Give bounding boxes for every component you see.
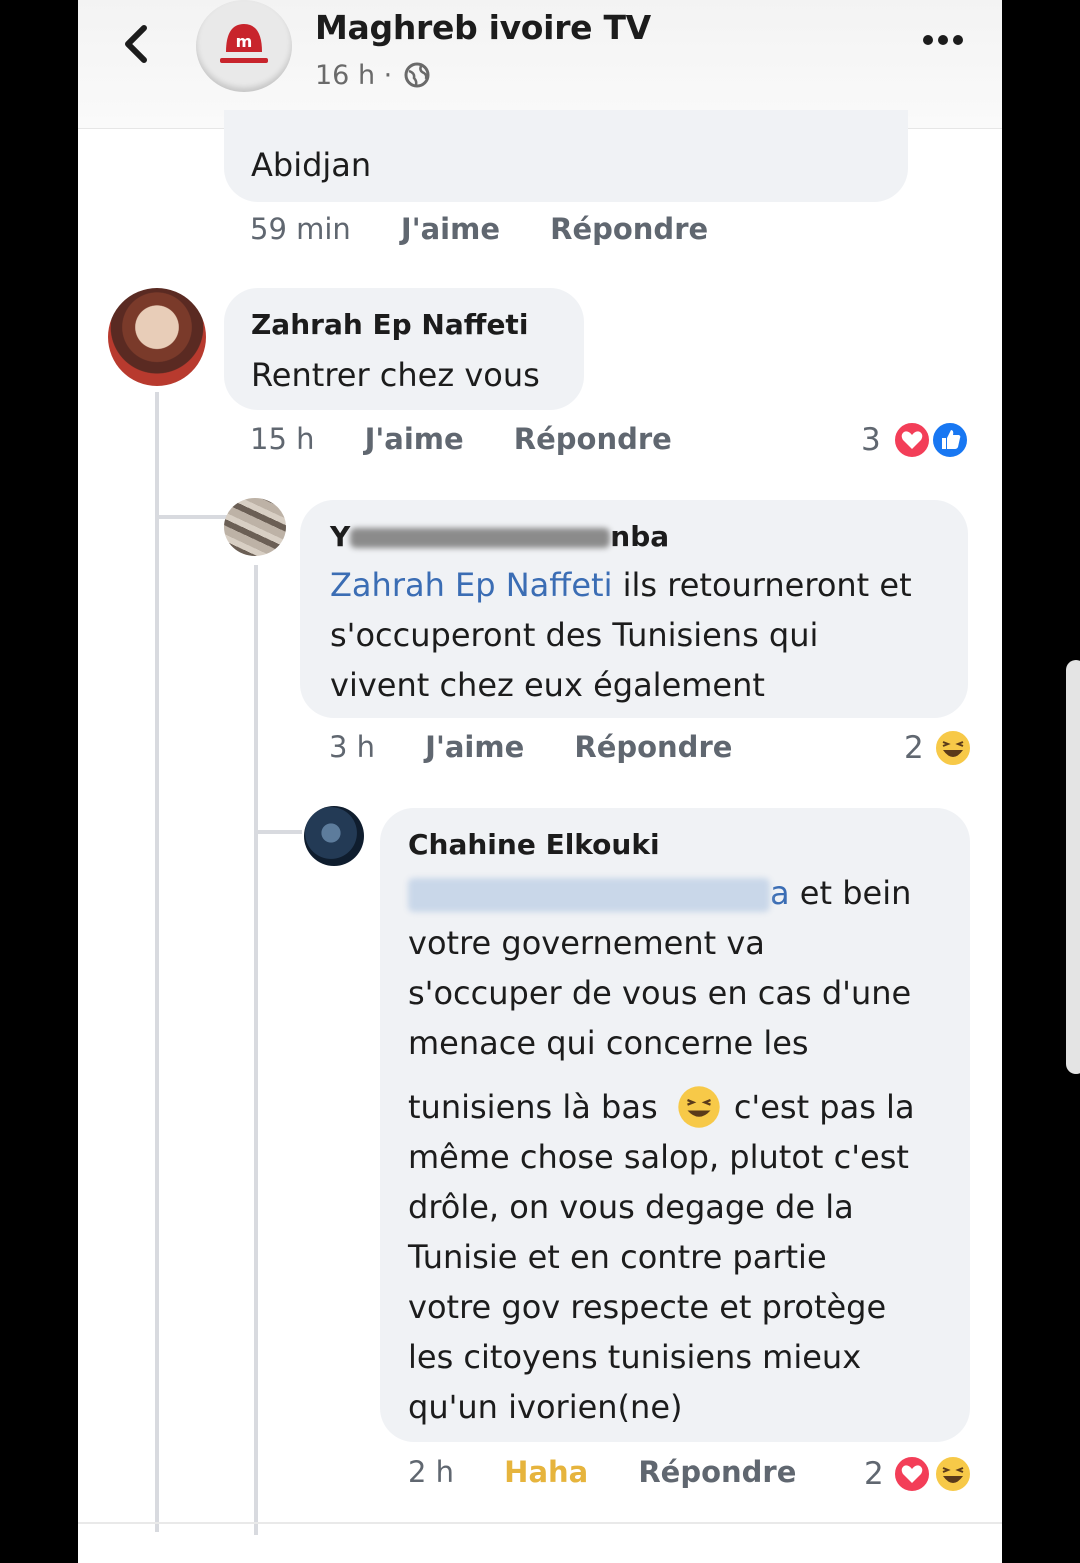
avatar[interactable]: [304, 806, 364, 866]
scroll-handle[interactable]: [1066, 660, 1080, 1074]
love-reaction-icon: [893, 421, 931, 459]
comment-text: a et bein votre governement va s'occuper…: [408, 868, 968, 1432]
comment-text: Zahrah Ep Naffeti ils retourneront et s'…: [330, 560, 912, 710]
brand-logo-icon: m: [220, 24, 268, 63]
thread-line: [155, 392, 159, 1532]
mention-visible-end[interactable]: a: [770, 874, 790, 912]
like-button[interactable]: J'aime: [425, 730, 524, 764]
thread-line: [155, 515, 235, 519]
comment-text-line: votre governement va: [408, 924, 765, 962]
comment-text-line: Tunisie et en contre partie: [408, 1238, 827, 1276]
reaction-count[interactable]: 3: [861, 422, 881, 458]
comment-bubble: Abidjan: [224, 110, 908, 202]
comment-text-line: votre gov respecte et protège: [408, 1288, 887, 1326]
avatar[interactable]: [108, 288, 206, 386]
thread-line: [254, 830, 302, 834]
comment-author[interactable]: Chahine Elkouki: [408, 828, 660, 861]
comment-time: 59 min: [250, 212, 351, 246]
author-visible-start: Y: [330, 520, 351, 553]
chevron-left-icon[interactable]: [118, 22, 154, 66]
comment-text-line: les citoyens tunisiens mieux: [408, 1338, 862, 1376]
comment-text-line: drôle, on vous degage de la: [408, 1188, 854, 1226]
blurred-name: [350, 528, 611, 548]
post-time: 16 h ·: [315, 60, 393, 91]
haha-reaction-icon: [934, 1455, 972, 1493]
comment-time: 3 h: [329, 730, 376, 764]
comment-text-line: même chose salop, plutot c'est: [408, 1138, 909, 1176]
globe-icon[interactable]: [403, 61, 431, 89]
haha-reaction-icon: [934, 729, 972, 767]
comment-text-line: et bein: [789, 874, 912, 912]
reaction-count[interactable]: 2: [864, 1456, 884, 1492]
comment-text-line: tunisiens là bas: [408, 1088, 658, 1126]
mention-link[interactable]: Zahrah Ep Naffeti: [330, 566, 612, 604]
like-button[interactable]: J'aime: [401, 212, 500, 246]
page-title[interactable]: Maghreb ivoire TV: [315, 8, 651, 47]
love-reaction-icon: [893, 1455, 931, 1493]
comment-text-line: qu'un ivorien(ne): [408, 1388, 683, 1426]
comment-text-line: menace qui concerne les: [408, 1024, 809, 1062]
reply-button[interactable]: Répondre: [550, 212, 708, 246]
comment-text-line: s'occuper de vous en cas d'une: [408, 974, 912, 1012]
page-avatar[interactable]: m: [196, 0, 292, 92]
comment-text: Abidjan: [251, 146, 372, 184]
thread-line: [254, 565, 258, 1535]
comment-actions: 15 h J'aime Répondre: [250, 422, 712, 456]
post-meta: 16 h ·: [315, 60, 431, 91]
reply-button[interactable]: Répondre: [514, 422, 672, 456]
screen: m Maghreb ivoire TV 16 h · Abidjan 59 mi…: [78, 0, 1002, 1563]
comment-actions: 59 min J'aime Répondre: [250, 212, 748, 246]
divider: [78, 1522, 1002, 1524]
comment-text-line: s'occuperont des Tunisiens qui: [330, 616, 819, 654]
reaction-count[interactable]: 2: [904, 730, 924, 766]
comment-text-line: vivent chez eux également: [330, 666, 765, 704]
comment-text-line: ils retourneront et: [612, 566, 912, 604]
svg-text:m: m: [236, 32, 253, 51]
comment-author[interactable]: Ynba: [330, 520, 669, 553]
comment-author[interactable]: Zahrah Ep Naffeti: [251, 308, 528, 341]
comment-bubble: Chahine Elkouki a et bein votre governem…: [380, 808, 970, 1442]
avatar[interactable]: [224, 498, 286, 556]
more-dots-icon[interactable]: [921, 30, 965, 50]
reply-button[interactable]: Répondre: [638, 1455, 796, 1489]
comment-actions: 2 h Haha Répondre: [408, 1455, 836, 1489]
comment-bubble: Ynba Zahrah Ep Naffeti ils retourneront …: [300, 500, 968, 718]
blurred-mention: [408, 878, 770, 912]
comment-time: 2 h: [408, 1455, 455, 1489]
author-visible-end: nba: [610, 520, 670, 553]
like-reaction-icon: [931, 421, 969, 459]
haha-button[interactable]: Haha: [504, 1455, 588, 1489]
grinning-squint-emoji-icon: [678, 1086, 720, 1128]
comment-text-line: c'est pas la: [733, 1088, 915, 1126]
comment-actions: 3 h J'aime Répondre: [329, 730, 772, 764]
comment-text: Rentrer chez vous: [251, 356, 540, 394]
reply-button[interactable]: Répondre: [574, 730, 732, 764]
like-button[interactable]: J'aime: [365, 422, 464, 456]
comment-time: 15 h: [250, 422, 315, 456]
comment-bubble: Zahrah Ep Naffeti Rentrer chez vous: [224, 288, 584, 410]
